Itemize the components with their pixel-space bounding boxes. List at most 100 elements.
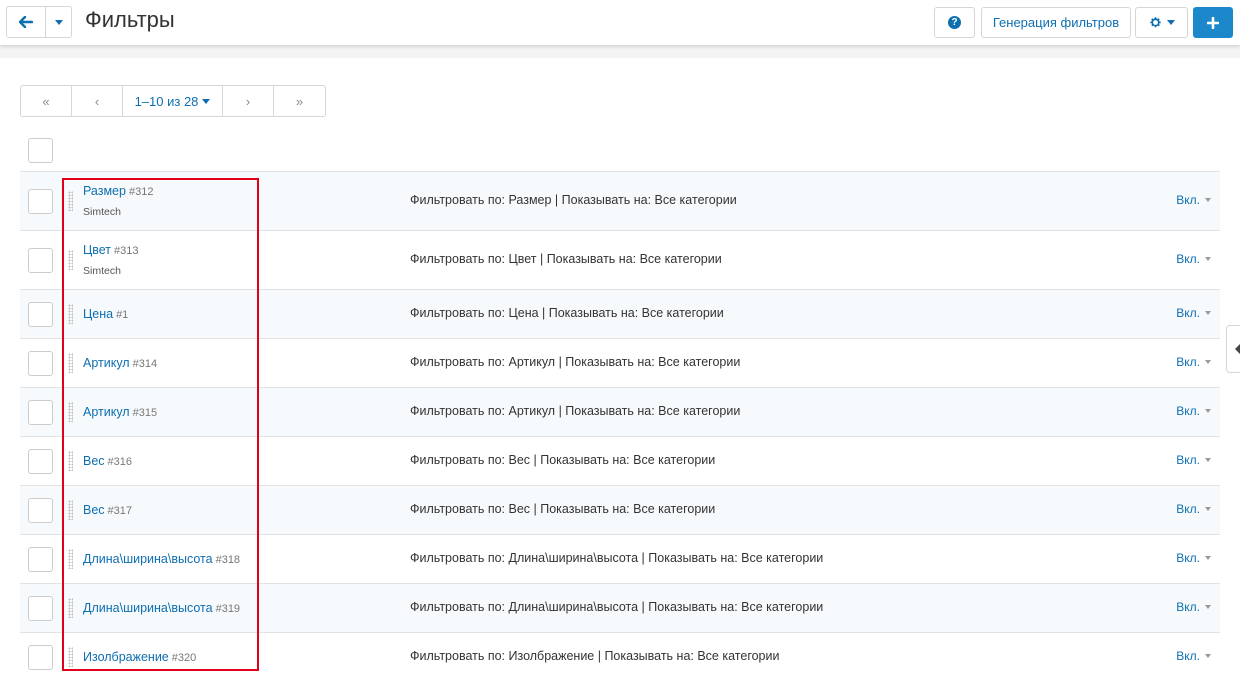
- status-dropdown[interactable]: Вкл.: [1176, 404, 1211, 418]
- status-label: Вкл.: [1176, 306, 1200, 320]
- generate-filters-button[interactable]: Генерация фильтров: [981, 7, 1131, 38]
- row-checkbox[interactable]: [28, 449, 53, 474]
- filter-name-cell: Артикул #314: [83, 356, 157, 370]
- chevron-down-icon: [1166, 20, 1175, 25]
- row-checkbox[interactable]: [28, 547, 53, 572]
- drag-handle-icon[interactable]: [68, 191, 73, 211]
- drag-handle-icon[interactable]: [68, 304, 73, 324]
- row-checkbox[interactable]: [28, 189, 53, 214]
- page-range-label: 1–10 из 28: [134, 93, 199, 109]
- status-label: Вкл.: [1176, 649, 1200, 663]
- chevron-down-icon: [1205, 458, 1211, 462]
- drag-handle-icon[interactable]: [68, 353, 73, 373]
- chevron-down-icon: [54, 19, 63, 25]
- add-filter-button[interactable]: [1193, 7, 1233, 38]
- filter-name-link[interactable]: Артикул: [83, 356, 130, 370]
- chevron-left-icon: [1235, 344, 1240, 354]
- drag-handle-icon[interactable]: [68, 647, 73, 667]
- drag-handle-icon[interactable]: [68, 250, 73, 270]
- help-icon: ?: [948, 16, 961, 29]
- filter-id: #318: [215, 554, 241, 566]
- back-dropdown-button[interactable]: [45, 6, 72, 38]
- filter-id: #319: [215, 603, 241, 615]
- prev-page-button[interactable]: ‹: [72, 86, 123, 116]
- table-row: Цвет #313 Simtech Фильтровать по: Цвет | По…: [20, 230, 1220, 289]
- chevron-down-icon: [1205, 409, 1211, 413]
- table-row: Размер #312 Simtech Фильтровать по: Размер …: [20, 171, 1220, 230]
- status-dropdown[interactable]: Вкл.: [1176, 649, 1211, 663]
- filter-id: #315: [132, 407, 158, 419]
- chevron-down-icon: [1205, 311, 1211, 315]
- filter-name-link[interactable]: Изолбражение: [83, 650, 169, 664]
- drag-handle-icon[interactable]: [68, 549, 73, 569]
- status-dropdown[interactable]: Вкл.: [1176, 355, 1211, 369]
- filter-id: #317: [107, 505, 133, 517]
- settings-dropdown-button[interactable]: [1135, 7, 1188, 38]
- filter-name-cell: Вес #316: [83, 454, 132, 468]
- sidebar-toggle[interactable]: [1226, 325, 1240, 373]
- status-label: Вкл.: [1176, 551, 1200, 565]
- pagination: « ‹ 1–10 из 28 › »: [20, 85, 326, 117]
- status-dropdown[interactable]: Вкл.: [1176, 551, 1211, 565]
- filter-name-link[interactable]: Артикул: [83, 405, 130, 419]
- chevron-down-icon: [1205, 360, 1211, 364]
- row-checkbox[interactable]: [28, 248, 53, 273]
- status-dropdown[interactable]: Вкл.: [1176, 502, 1211, 516]
- drag-handle-icon[interactable]: [68, 500, 73, 520]
- filter-company: Simtech: [83, 206, 121, 218]
- filter-name-link[interactable]: Цвет: [83, 243, 111, 257]
- status-label: Вкл.: [1176, 453, 1200, 467]
- status-dropdown[interactable]: Вкл.: [1176, 252, 1211, 266]
- filter-id: #314: [132, 358, 158, 370]
- back-button[interactable]: [6, 6, 46, 38]
- filter-description: Фильтровать по: Длина\ширина\высота | По…: [410, 551, 824, 565]
- row-checkbox[interactable]: [28, 596, 53, 621]
- filter-description: Фильтровать по: Размер | Показывать на: …: [410, 193, 737, 207]
- filter-name-link[interactable]: Размер: [83, 184, 126, 198]
- filter-name-link[interactable]: Вес: [83, 454, 105, 468]
- plus-icon: [1207, 16, 1219, 29]
- row-checkbox[interactable]: [28, 645, 53, 670]
- table-row: Вес #317 Фильтровать по: Вес | Показывать …: [20, 485, 1220, 534]
- filter-description: Фильтровать по: Артикул | Показывать на:…: [410, 355, 741, 369]
- filter-name-link[interactable]: Длина\ширина\высота: [83, 552, 213, 566]
- drag-handle-icon[interactable]: [68, 451, 73, 471]
- filter-name-link[interactable]: Вес: [83, 503, 105, 517]
- next-page-button[interactable]: ›: [223, 86, 274, 116]
- table-row: Артикул #314 Фильтровать по: Артикул | Пок…: [20, 338, 1220, 387]
- filter-name-link[interactable]: Длина\ширина\высота: [83, 601, 213, 615]
- status-dropdown[interactable]: Вкл.: [1176, 600, 1211, 614]
- filter-name-cell: Цена #1: [83, 307, 128, 321]
- filter-description: Фильтровать по: Цвет | Показывать на: Вс…: [410, 252, 722, 266]
- filter-company: Simtech: [83, 265, 121, 277]
- status-label: Вкл.: [1176, 600, 1200, 614]
- page-range-dropdown[interactable]: 1–10 из 28: [123, 86, 223, 116]
- row-checkbox[interactable]: [28, 302, 53, 327]
- filter-name-cell: Размер #312 Simtech: [83, 184, 153, 218]
- filter-name-cell: Длина\ширина\высота #319: [83, 601, 240, 615]
- main-content: « ‹ 1–10 из 28 › » Размер #312 Simtech Филь…: [0, 58, 1240, 686]
- table-row: Длина\ширина\высота #318 Фильтровать по: Д…: [20, 534, 1220, 583]
- chevron-down-icon: [1205, 507, 1211, 511]
- filter-name-cell: Длина\ширина\высота #318: [83, 552, 240, 566]
- status-label: Вкл.: [1176, 193, 1200, 207]
- filter-name-link[interactable]: Цена: [83, 307, 113, 321]
- drag-handle-icon[interactable]: [68, 598, 73, 618]
- filter-description: Фильтровать по: Артикул | Показывать на:…: [410, 404, 741, 418]
- chevron-down-icon: [1205, 654, 1211, 658]
- filter-description: Фильтровать по: Вес | Показывать на: Все…: [410, 453, 716, 467]
- filter-name-cell: Цвет #313 Simtech: [83, 243, 139, 277]
- status-dropdown[interactable]: Вкл.: [1176, 453, 1211, 467]
- row-checkbox[interactable]: [28, 498, 53, 523]
- status-dropdown[interactable]: Вкл.: [1176, 193, 1211, 207]
- row-checkbox[interactable]: [28, 351, 53, 376]
- row-checkbox[interactable]: [28, 400, 53, 425]
- status-dropdown[interactable]: Вкл.: [1176, 306, 1211, 320]
- first-page-button[interactable]: «: [21, 86, 72, 116]
- status-label: Вкл.: [1176, 355, 1200, 369]
- last-page-button[interactable]: »: [274, 86, 325, 116]
- help-button[interactable]: ?: [934, 7, 975, 38]
- chevron-down-icon: [202, 98, 211, 104]
- select-all-checkbox[interactable]: [28, 138, 53, 163]
- drag-handle-icon[interactable]: [68, 402, 73, 422]
